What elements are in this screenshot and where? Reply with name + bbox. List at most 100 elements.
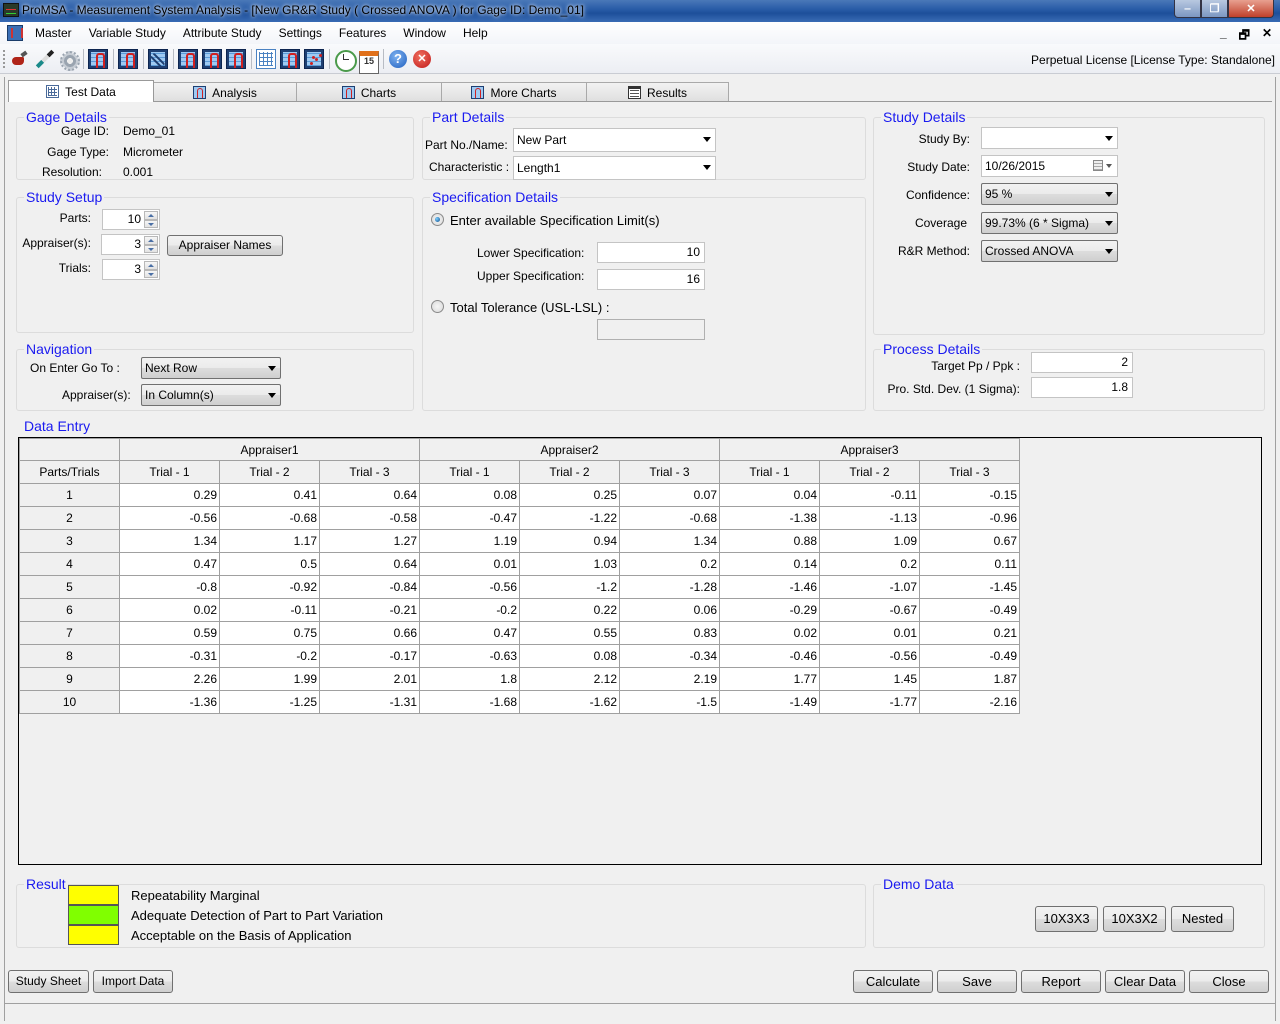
measurement-cell[interactable]: 0.2: [619, 552, 720, 576]
spin-down-icon[interactable]: [144, 244, 158, 253]
measurement-cell[interactable]: -0.11: [819, 483, 920, 507]
part-number-cell[interactable]: 5: [19, 575, 120, 599]
import-data-button[interactable]: Import Data: [93, 970, 173, 993]
measurement-cell[interactable]: -1.31: [319, 690, 420, 714]
on-enter-select[interactable]: Next Row: [141, 357, 281, 379]
tab-results[interactable]: Results: [586, 82, 729, 102]
measurement-cell[interactable]: 0.41: [219, 483, 320, 507]
measurement-cell[interactable]: -0.96: [919, 506, 1020, 530]
measurement-cell[interactable]: 1.09: [819, 529, 920, 553]
tab-more-charts[interactable]: More Charts: [441, 82, 587, 102]
spin-down-icon[interactable]: [144, 219, 158, 228]
parts-stepper[interactable]: 10: [102, 209, 160, 230]
measurement-cell[interactable]: -0.2: [219, 644, 320, 668]
measurement-cell[interactable]: -0.49: [919, 644, 1020, 668]
appraiser-names-button[interactable]: Appraiser Names: [167, 235, 283, 256]
measurement-cell[interactable]: -1.22: [519, 506, 620, 530]
normal-curve-icon[interactable]: [280, 49, 300, 69]
measurement-cell[interactable]: 1.87: [919, 667, 1020, 691]
gage-x-chart-icon[interactable]: [202, 49, 222, 69]
measurement-cell[interactable]: -0.58: [319, 506, 420, 530]
measurement-cell[interactable]: 1.8: [419, 667, 520, 691]
app-icon[interactable]: [3, 3, 19, 17]
spin-up-icon[interactable]: [144, 211, 158, 220]
demo-nested-button[interactable]: Nested: [1171, 906, 1234, 932]
measurement-cell[interactable]: -0.63: [419, 644, 520, 668]
measurement-cell[interactable]: 0.64: [319, 552, 420, 576]
measurement-cell[interactable]: 0.04: [719, 483, 820, 507]
measurement-cell[interactable]: -0.15: [919, 483, 1020, 507]
help-icon[interactable]: [388, 49, 408, 69]
measurement-cell[interactable]: -0.34: [619, 644, 720, 668]
study-date-picker[interactable]: 10/26/2015: [981, 155, 1118, 177]
measurement-cell[interactable]: -1.49: [719, 690, 820, 714]
close-button[interactable]: Close: [1189, 970, 1269, 993]
measurement-cell[interactable]: 0.59: [119, 621, 220, 645]
spin-down-icon[interactable]: [144, 269, 158, 278]
measurement-cell[interactable]: -1.2: [519, 575, 620, 599]
measurement-cell[interactable]: -1.46: [719, 575, 820, 599]
measurement-cell[interactable]: -1.28: [619, 575, 720, 599]
characteristic-select[interactable]: Length1: [513, 156, 716, 180]
lower-spec-input[interactable]: 10: [597, 242, 705, 263]
measurement-cell[interactable]: -0.31: [119, 644, 220, 668]
part-name-select[interactable]: New Part: [513, 128, 716, 152]
measurement-cell[interactable]: 0.02: [119, 598, 220, 622]
distribution-chart-icon[interactable]: [118, 49, 138, 69]
upper-spec-input[interactable]: 16: [597, 269, 705, 290]
clock-icon[interactable]: [334, 49, 357, 72]
measurement-cell[interactable]: -0.56: [119, 506, 220, 530]
measurement-cell[interactable]: -0.17: [319, 644, 420, 668]
report-button[interactable]: Report: [1021, 970, 1101, 993]
measurement-cell[interactable]: 0.07: [619, 483, 720, 507]
measurement-cell[interactable]: 2.26: [119, 667, 220, 691]
measurement-cell[interactable]: -0.46: [719, 644, 820, 668]
toolbar-grip[interactable]: [3, 50, 5, 68]
spin-up-icon[interactable]: [144, 261, 158, 270]
calendar-icon[interactable]: [358, 49, 379, 74]
part-number-cell[interactable]: 8: [19, 644, 120, 668]
measurement-cell[interactable]: -0.49: [919, 598, 1020, 622]
measurement-cell[interactable]: -0.67: [819, 598, 920, 622]
minimize-button[interactable]: ‒: [1174, 0, 1201, 18]
calendar-dropdown-icon[interactable]: [1093, 160, 1112, 171]
measurement-cell[interactable]: -1.5: [619, 690, 720, 714]
part-number-cell[interactable]: 10: [19, 690, 120, 714]
part-number-cell[interactable]: 1: [19, 483, 120, 507]
coverage-select[interactable]: 99.73% (6 * Sigma): [981, 212, 1118, 234]
measurement-cell[interactable]: -0.11: [219, 598, 320, 622]
measurement-cell[interactable]: -0.84: [319, 575, 420, 599]
measurement-cell[interactable]: 1.17: [219, 529, 320, 553]
measurement-cell[interactable]: 0.21: [919, 621, 1020, 645]
part-number-cell[interactable]: 9: [19, 667, 120, 691]
spin-up-icon[interactable]: [144, 236, 158, 245]
part-number-cell[interactable]: 4: [19, 552, 120, 576]
part-number-cell[interactable]: 6: [19, 598, 120, 622]
measurement-cell[interactable]: -0.92: [219, 575, 320, 599]
measurement-cell[interactable]: 1.45: [819, 667, 920, 691]
mdi-child-icon[interactable]: [7, 25, 23, 41]
calculate-button[interactable]: Calculate: [853, 970, 933, 993]
demo-10x3x2-button[interactable]: 10X3X2: [1103, 906, 1166, 932]
total-tolerance-label[interactable]: Total Tolerance (USL-LSL) :: [450, 300, 609, 315]
clear-data-button[interactable]: Clear Data: [1105, 970, 1185, 993]
measurement-cell[interactable]: 0.66: [319, 621, 420, 645]
measurement-cell[interactable]: -1.07: [819, 575, 920, 599]
measurement-cell[interactable]: 0.47: [419, 621, 520, 645]
scatter-plot-icon[interactable]: [304, 49, 324, 69]
measurement-cell[interactable]: -1.45: [919, 575, 1020, 599]
measurement-cell[interactable]: -1.13: [819, 506, 920, 530]
target-pp-input[interactable]: 2: [1031, 352, 1133, 373]
appraisers-stepper[interactable]: 3: [101, 234, 160, 255]
linearity-chart-icon[interactable]: [148, 49, 168, 69]
tab-charts[interactable]: Charts: [296, 82, 442, 102]
measurement-cell[interactable]: 0.88: [719, 529, 820, 553]
menu-settings[interactable]: Settings: [279, 26, 332, 40]
measurement-cell[interactable]: -2.16: [919, 690, 1020, 714]
measurement-cell[interactable]: 1.34: [619, 529, 720, 553]
restore-button[interactable]: ❐: [1201, 0, 1228, 18]
total-tolerance-radio[interactable]: [431, 300, 444, 313]
measurement-cell[interactable]: 1.19: [419, 529, 520, 553]
measurement-cell[interactable]: -0.2: [419, 598, 520, 622]
measurement-cell[interactable]: 1.27: [319, 529, 420, 553]
